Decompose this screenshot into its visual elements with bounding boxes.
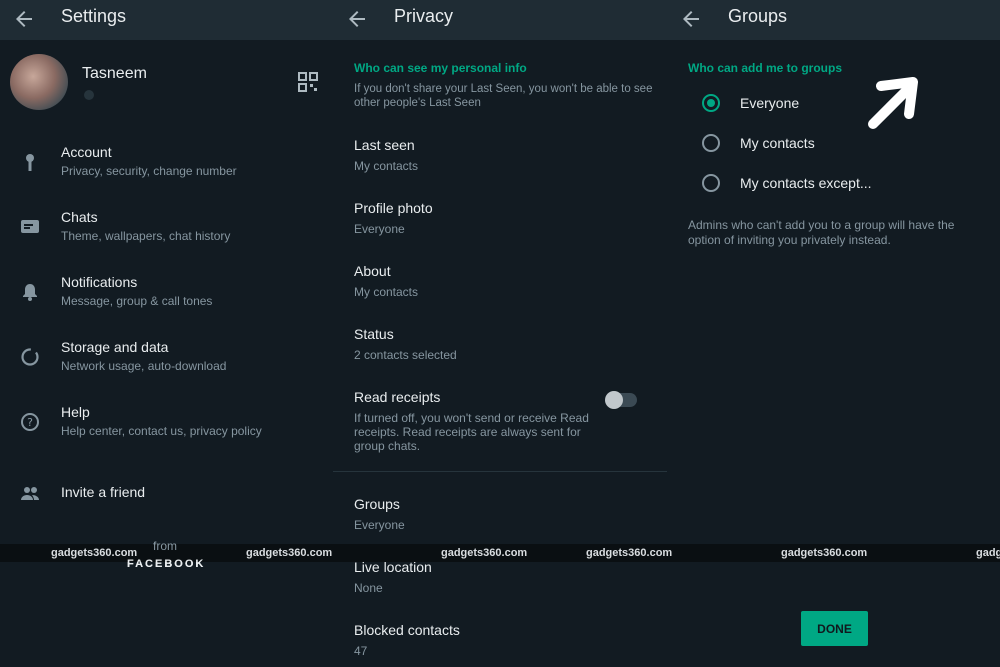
settings-item-label: Storage and data: [61, 339, 169, 355]
privacy-item-about[interactable]: About My contacts: [354, 263, 418, 299]
settings-item-invite[interactable]: Invite a friend: [0, 484, 333, 534]
people-icon: [21, 487, 39, 500]
read-receipts-toggle[interactable]: [605, 391, 637, 409]
privacy-item-value: If turned off, you won't send or receive…: [354, 411, 589, 453]
avatar[interactable]: [10, 54, 68, 110]
option-label: My contacts: [740, 135, 815, 151]
groups-note: Admins who can't add you to a group will…: [688, 218, 955, 247]
settings-item-account[interactable]: Account Privacy, security, change number: [0, 144, 333, 194]
watermark-text: gadgets360.com: [781, 547, 868, 559]
from-label: from: [153, 539, 177, 553]
settings-item-help[interactable]: ? Help Help center, contact us, privacy …: [0, 404, 333, 454]
chat-icon: [21, 220, 39, 233]
radio-button[interactable]: [702, 134, 720, 152]
privacy-item-value: Everyone: [354, 222, 405, 236]
settings-item-label: Notifications: [61, 274, 138, 290]
settings-item-label: Invite a friend: [61, 484, 146, 500]
settings-item-label: Account: [61, 144, 112, 160]
back-arrow-icon[interactable]: [12, 7, 36, 31]
privacy-item-value: Everyone: [354, 518, 405, 532]
option-label: Everyone: [740, 95, 800, 111]
page-title: Settings: [61, 6, 127, 26]
groups-appbar: Groups: [667, 0, 1000, 40]
privacy-item-value: None: [354, 581, 383, 595]
settings-item-label: Chats: [61, 209, 98, 225]
option-my-contacts[interactable]: My contacts: [667, 127, 1000, 157]
section-header: Who can add me to groups: [688, 61, 843, 75]
option-label: My contacts except...: [740, 175, 872, 191]
watermark-text: gadgets360.com: [441, 547, 528, 559]
qr-code-icon[interactable]: [298, 72, 318, 92]
toggle-knob: [605, 391, 623, 409]
settings-item-label: Help: [61, 404, 90, 420]
settings-item-chats[interactable]: Chats Theme, wallpapers, chat history: [0, 209, 333, 259]
facebook-brand: FACEBOOK: [127, 558, 206, 570]
help-icon: ?: [21, 413, 39, 431]
privacy-item-status[interactable]: Status 2 contacts selected: [354, 326, 457, 362]
back-arrow-icon[interactable]: [345, 7, 369, 31]
privacy-item-last-seen[interactable]: Last seen My contacts: [354, 137, 418, 173]
storage-icon: [21, 348, 39, 366]
settings-appbar: Settings: [0, 0, 333, 40]
page-title: Privacy: [394, 6, 454, 26]
option-my-contacts-except[interactable]: My contacts except...: [667, 167, 1000, 197]
privacy-item-groups[interactable]: Groups Everyone: [354, 496, 405, 532]
done-button[interactable]: DONE: [801, 611, 868, 646]
profile-card[interactable]: Tasneem: [0, 40, 333, 125]
settings-item-sub: Help center, contact us, privacy policy: [61, 424, 262, 438]
privacy-item-label: Profile photo: [354, 200, 433, 216]
watermark-text: gadgets360.com: [51, 547, 138, 559]
privacy-item-label: Read receipts: [354, 389, 441, 405]
privacy-item-label: Groups: [354, 496, 400, 512]
privacy-item-live-location[interactable]: Live location None: [354, 559, 432, 595]
pointer-arrow-icon: [868, 77, 918, 129]
privacy-item-label: Last seen: [354, 137, 415, 153]
settings-item-storage[interactable]: Storage and data Network usage, auto-dow…: [0, 339, 333, 389]
privacy-item-label: Status: [354, 326, 394, 342]
section-note: If you don't share your Last Seen, you w…: [354, 83, 653, 109]
section-header: Who can see my personal info: [354, 61, 527, 75]
back-arrow-icon[interactable]: [679, 7, 703, 31]
privacy-item-blocked-contacts[interactable]: Blocked contacts 47: [354, 622, 460, 658]
groups-screen: Groups Who can add me to groups Everyone…: [667, 0, 1000, 667]
privacy-item-value: My contacts: [354, 285, 419, 299]
radio-button-selected[interactable]: [702, 94, 720, 112]
page-title: Groups: [728, 6, 788, 26]
option-everyone[interactable]: Everyone: [667, 87, 1000, 117]
profile-name: Tasneem: [82, 65, 147, 82]
privacy-item-value: 47: [354, 644, 368, 658]
settings-item-sub: Network usage, auto-download: [61, 359, 227, 373]
privacy-screen: Privacy Who can see my personal info If …: [333, 0, 667, 667]
watermark-text: gadgets360.com: [976, 547, 1000, 559]
watermark-text: gadgets360.com: [246, 547, 333, 559]
privacy-item-read-receipts[interactable]: Read receipts If turned off, you won't s…: [354, 389, 599, 453]
status-icon: [84, 90, 94, 100]
privacy-appbar: Privacy: [333, 0, 667, 40]
watermark-text: gadgets360.com: [586, 547, 673, 559]
privacy-item-profile-photo[interactable]: Profile photo Everyone: [354, 200, 433, 236]
settings-item-sub: Theme, wallpapers, chat history: [61, 229, 231, 243]
divider: [333, 471, 667, 472]
settings-item-notifications[interactable]: Notifications Message, group & call tone…: [0, 274, 333, 324]
privacy-item-label: Blocked contacts: [354, 622, 460, 638]
radio-button[interactable]: [702, 174, 720, 192]
settings-item-sub: Message, group & call tones: [61, 294, 213, 308]
settings-item-sub: Privacy, security, change number: [61, 164, 237, 178]
privacy-item-value: 2 contacts selected: [354, 348, 457, 362]
key-icon: [26, 154, 34, 171]
privacy-item-label: About: [354, 263, 391, 279]
svg-text:?: ?: [27, 416, 33, 429]
privacy-item-value: My contacts: [354, 159, 419, 173]
bell-icon: [23, 284, 37, 301]
